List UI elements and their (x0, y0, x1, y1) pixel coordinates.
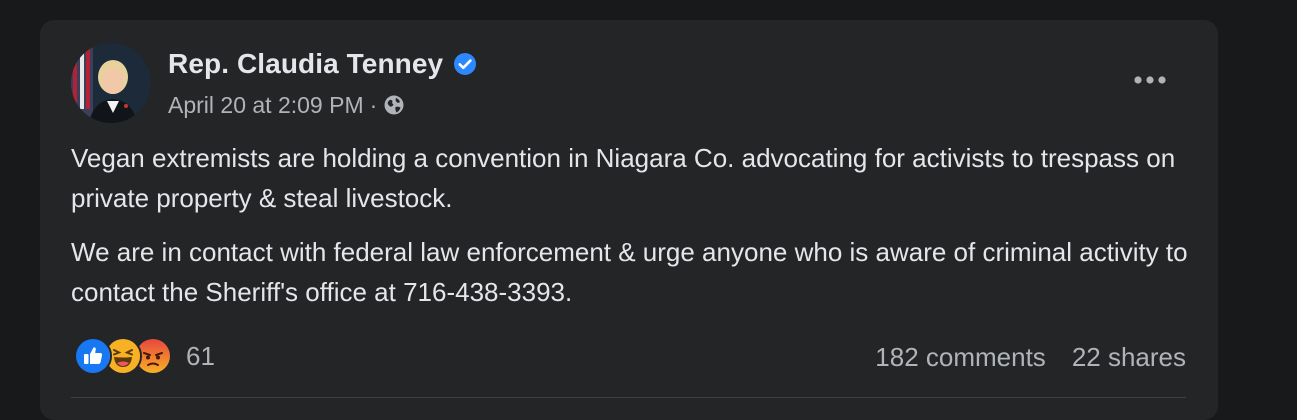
post-timestamp[interactable]: April 20 at 2:09 PM (168, 92, 364, 119)
author-name[interactable]: Rep. Claudia Tenney (168, 48, 443, 80)
reaction-count: 61 (186, 340, 215, 371)
globe-icon[interactable] (383, 94, 405, 116)
post-paragraph: Vegan extremists are holding a conventio… (71, 143, 1176, 213)
divider (71, 397, 1186, 398)
post-paragraph: We are in contact with federal law enfor… (71, 237, 1188, 307)
engagement-stats: 182 comments 22 shares (875, 339, 1186, 375)
more-options-icon[interactable] (1128, 64, 1172, 96)
author-avatar[interactable] (71, 43, 151, 123)
post-card: Rep. Claudia Tenney April 20 at 2:09 PM … (40, 20, 1218, 420)
reactions-summary[interactable]: 61 (74, 337, 215, 375)
verified-badge-icon (453, 52, 477, 76)
meta-separator: · (369, 91, 378, 118)
post-body: Vegan extremists are holding a conventio… (71, 138, 1191, 326)
shares-count-link[interactable]: 22 shares (1072, 342, 1186, 373)
like-reaction-icon (74, 337, 112, 375)
comments-count-link[interactable]: 182 comments (875, 342, 1046, 373)
post-meta: April 20 at 2:09 PM · (168, 90, 405, 120)
author-header: Rep. Claudia Tenney (168, 47, 477, 81)
